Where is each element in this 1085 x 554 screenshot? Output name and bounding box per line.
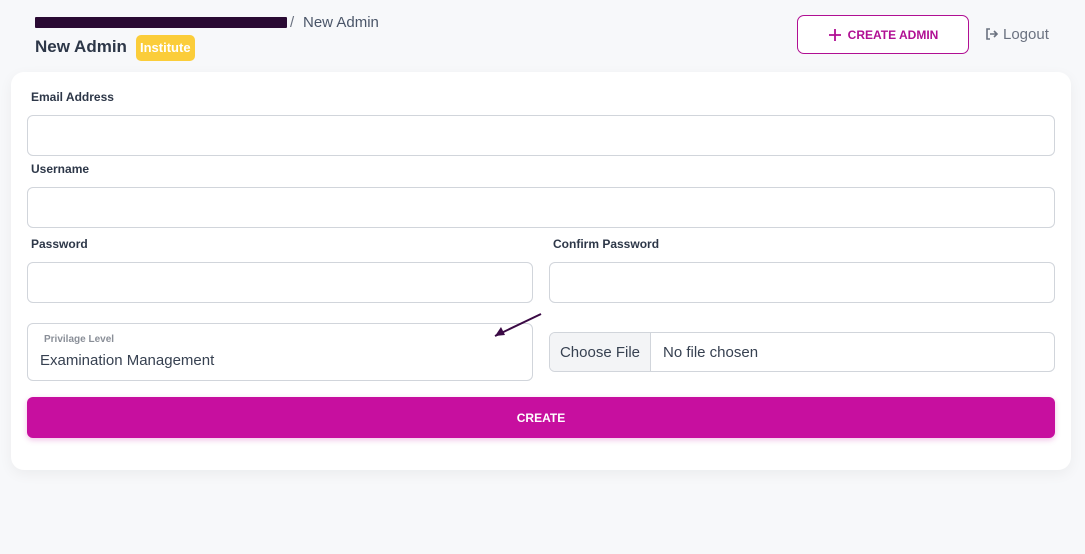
email-field[interactable] xyxy=(27,115,1055,156)
sign-out-icon xyxy=(986,28,999,40)
email-label: Email Address xyxy=(31,90,114,104)
breadcrumb-separator: / xyxy=(290,14,295,31)
file-upload-input[interactable]: Choose File No file chosen xyxy=(549,332,1055,372)
institute-badge: Institute xyxy=(136,35,195,61)
page-title: New Admin xyxy=(35,37,127,56)
create-admin-button[interactable]: CREATE ADMIN xyxy=(797,15,969,54)
confirm-password-field[interactable] xyxy=(549,262,1055,303)
file-status-text: No file chosen xyxy=(663,343,759,361)
privilege-level-label: Privilage Level xyxy=(44,334,115,345)
redacted-breadcrumb-link xyxy=(35,17,287,28)
plus-icon xyxy=(828,28,841,41)
logout-link[interactable]: Logout xyxy=(985,24,1049,44)
privilege-level-select[interactable]: Privilage Level Examination Management xyxy=(27,323,533,381)
privilege-level-value: Examination Management xyxy=(40,352,215,369)
password-label: Password xyxy=(31,237,88,251)
confirm-password-label: Confirm Password xyxy=(553,237,660,251)
create-admin-label: CREATE ADMIN xyxy=(847,27,939,42)
logout-label: Logout xyxy=(1003,25,1049,43)
arrow-annotation-icon xyxy=(494,313,542,337)
password-field[interactable] xyxy=(27,262,533,303)
username-label: Username xyxy=(31,162,90,176)
username-field[interactable] xyxy=(27,187,1055,228)
create-button[interactable]: CREATE xyxy=(27,397,1055,438)
breadcrumb-current: New Admin xyxy=(303,14,379,31)
choose-file-button[interactable]: Choose File xyxy=(550,333,651,371)
